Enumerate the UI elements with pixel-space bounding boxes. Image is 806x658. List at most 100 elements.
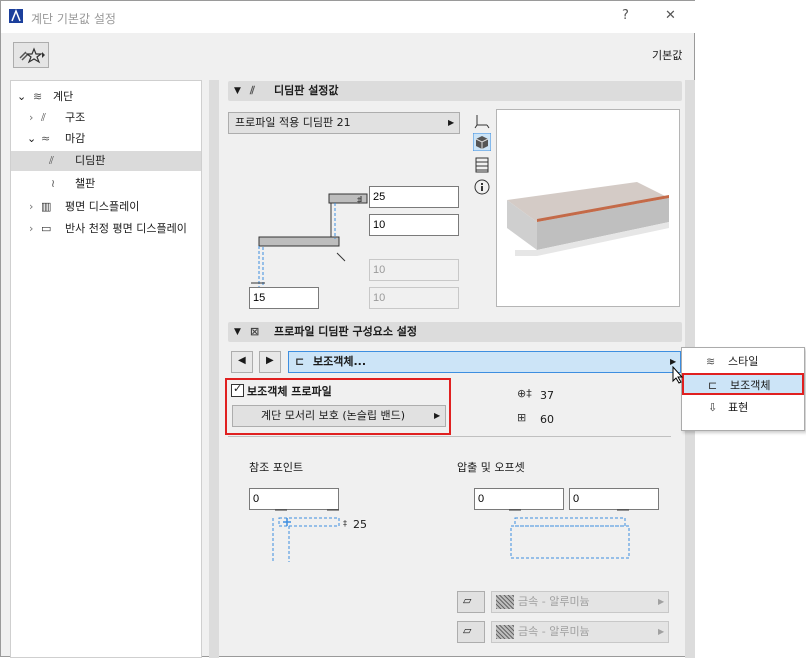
tread-3d-render [507, 182, 669, 256]
profile-height: 37 [540, 389, 554, 402]
ceiling-plan-icon: ▭ [41, 222, 52, 235]
section-title: 프로파일 디딤판 구성요소 설정 [274, 325, 418, 338]
material-2-button[interactable]: ▱ [457, 621, 485, 643]
depth-dimension-icon: ⊞ [517, 411, 527, 424]
divider [228, 436, 671, 437]
extrude-offset-label: 압출 및 오프셋 [457, 461, 525, 474]
disabled-field-a [369, 259, 459, 281]
tree-item-label: 평면 디스플레이 [65, 200, 140, 213]
profile-checkbox[interactable]: ✓ [231, 382, 244, 397]
component-profile-button[interactable]: 계단 모서리 보호 (논슬립 밴드) ▶ [232, 405, 446, 427]
material-2-label: 금속 - 알루미늄 [518, 625, 590, 638]
hatch-icon [496, 595, 514, 609]
finish-icon: ≈ [41, 132, 51, 145]
collapse-icon: ▼ [234, 327, 241, 337]
chevron-right-icon: › [29, 222, 34, 235]
component-selector[interactable]: ⊏ 보조객체... ▶ [288, 351, 681, 373]
sub-object-icon: ⊏ [295, 355, 305, 368]
material-1-field: 금속 - 알루미늄 ▶ [491, 591, 669, 613]
floor-plan-view-icon[interactable] [473, 112, 491, 130]
arrow-right-icon: ▶ [266, 355, 274, 366]
component-settings-header[interactable]: ▼ ⊠ 프로파일 디딤판 구성요소 설정 [228, 322, 682, 342]
next-component-button[interactable]: ▶ [259, 351, 281, 373]
disabled-field-b [369, 287, 459, 309]
profile-depth: 60 [540, 413, 554, 426]
reference-dimension: 25 [353, 518, 367, 531]
tread-settings-header[interactable]: ▼ ⫽ 디딤판 설정값 [228, 81, 682, 101]
eraser-icon: ▱ [463, 624, 472, 637]
title-bar: 계단 기본값 설정 ? ✕ [1, 1, 696, 33]
chevron-down-icon: ⌄ [17, 90, 27, 103]
component-grid-icon: ⊠ [250, 325, 260, 338]
svg-text:‡: ‡ [357, 196, 361, 205]
app-logo-icon [9, 9, 23, 23]
svg-text:‡: ‡ [343, 519, 347, 528]
3d-preview [496, 109, 680, 307]
style-icon: ≋ [706, 355, 716, 368]
menu-item-representation[interactable]: ⇩ 표현 [682, 397, 804, 419]
tread-diagram: ‡ [251, 193, 368, 289]
panel-divider [209, 80, 219, 658]
menu-item-label: 보조객체 [730, 379, 771, 392]
tread-thickness-field[interactable] [369, 186, 459, 208]
extrude-offset-diagram [509, 509, 630, 559]
tread-icon: ⫽ [250, 84, 255, 97]
tree-item-label: 챌판 [75, 177, 96, 190]
checkmark-icon: ✓ [233, 382, 243, 395]
tree-item-floor-plan-display[interactable]: › ▥ 평면 디스플레이 [11, 197, 201, 217]
material-1-label: 금속 - 알루미늄 [518, 595, 590, 608]
pen-icon: ⇩ [708, 401, 718, 414]
window-title: 계단 기본값 설정 [31, 12, 116, 26]
riser-icon: ≀ [51, 177, 56, 190]
material-1-button[interactable]: ▱ [457, 591, 485, 613]
profile-checkbox-label: 보조객체 프로파일 [247, 385, 332, 398]
floor-plan-icon: ▥ [41, 200, 52, 213]
selected-component: 보조객체... [313, 355, 367, 368]
tree-item-label: 디딤판 [75, 154, 106, 167]
menu-item-sub-object[interactable]: ⊏ 보조객체 [682, 373, 804, 395]
menu-item-label: 스타일 [728, 355, 759, 368]
tread-icon: ⫽ [49, 154, 54, 167]
info-icon[interactable] [473, 178, 491, 196]
previous-component-button[interactable]: ◀ [231, 351, 253, 373]
chevron-down-icon: ⌄ [27, 132, 37, 145]
tree-item-structure[interactable]: › ⫽ 구조 [11, 108, 201, 128]
stair-icon: ≋ [33, 90, 43, 103]
arrow-right-icon: ▶ [434, 411, 441, 420]
eraser-icon: ▱ [463, 594, 472, 607]
tree-item-label: 구조 [65, 111, 86, 124]
sub-object-icon: ⊏ [708, 379, 718, 392]
settings-tree: ⌄ ≋ 계단 › ⫽ 구조 ⌄ ≈ 마감 ⫽ 디딤판 ≀ 챌판 › ▥ 평면 디… [10, 80, 202, 658]
section-title: 디딤판 설정값 [274, 84, 339, 97]
menu-item-style[interactable]: ≋ 스타일 [682, 351, 804, 373]
favorites-button[interactable] [13, 42, 49, 68]
3d-view-icon[interactable] [473, 133, 491, 151]
chevron-right-icon: › [29, 200, 34, 213]
tread-profile-button[interactable]: 프로파일 적용 디딤판 21 ▶ [228, 112, 460, 134]
arrow-right-icon: ▶ [448, 118, 455, 127]
help-button[interactable]: ? [622, 8, 629, 23]
tree-item-label: 반사 천정 평면 디스플레이 [65, 222, 187, 235]
favorites-icon [19, 47, 45, 64]
component-popup-menu: ≋ 스타일 ⊏ 보조객체 ⇩ 표현 [681, 347, 805, 431]
section-view-icon[interactable] [473, 156, 491, 174]
settings-dialog: 계단 기본값 설정 ? ✕ 기본값 ⌄ ≋ 계단 › ⫽ 구조 ⌄ ≈ 마감 ⫽ [0, 0, 696, 658]
chevron-right-icon: › [29, 111, 34, 124]
close-button[interactable]: ✕ [665, 8, 676, 23]
tree-item-label: 마감 [65, 132, 86, 145]
height-dimension-icon: ⊕‡ [517, 387, 532, 400]
button-label: 프로파일 적용 디딤판 21 [235, 116, 351, 129]
tree-item-tread[interactable]: ⫽ 디딤판 [11, 151, 201, 171]
hatch-icon [496, 625, 514, 639]
nosing-depth-field[interactable] [369, 214, 459, 236]
tree-item-rcp-display[interactable]: › ▭ 반사 천정 평면 디스플레이 [11, 219, 201, 239]
tread-offset-field[interactable] [249, 287, 319, 309]
mouse-cursor-icon [672, 366, 684, 384]
structure-icon: ⫽ [41, 111, 46, 124]
tree-item-stair[interactable]: ⌄ ≋ 계단 [11, 87, 201, 107]
tree-item-label: 계단 [53, 90, 74, 103]
material-2-field: 금속 - 알루미늄 ▶ [491, 621, 669, 643]
tree-item-finish[interactable]: ⌄ ≈ 마감 [11, 129, 201, 149]
tree-item-riser[interactable]: ≀ 챌판 [11, 174, 201, 194]
arrow-right-icon: ▶ [658, 627, 665, 636]
